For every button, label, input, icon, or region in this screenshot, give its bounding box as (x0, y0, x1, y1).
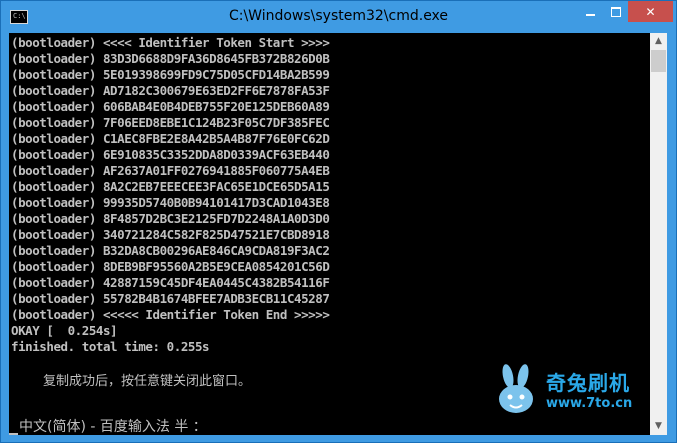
console-line: (bootloader) 8DEB9BF95560A2B5E9CEA085420… (11, 259, 330, 274)
scroll-up-button[interactable]: ▲ (650, 33, 667, 50)
console-line: finished. total time: 0.255s (11, 339, 210, 354)
watermark-brand: 奇兔刷机 (546, 371, 630, 395)
rabbit-logo-icon (499, 364, 533, 413)
console-line: (bootloader) 7F06EED8EBE1C124B23F05C7DF3… (11, 115, 330, 130)
scroll-down-button[interactable]: ▼ (650, 418, 667, 435)
ime-status-bar: 中文(简体) - 百度输入法 半 ： (9, 416, 207, 435)
console-line: (bootloader) 606BAB4E0B4DEB755F20E125DEB… (11, 99, 330, 114)
console-line: (bootloader) AD7182C300679E63ED2FF6E7878… (11, 83, 330, 98)
console-line: (bootloader) 8F4857D2BC3E2125FD7D2248A1A… (11, 211, 330, 226)
text-cursor (9, 433, 18, 435)
console-line: (bootloader) 55782B4B1674BFEE7ADB3ECB11C… (11, 291, 330, 306)
console-line: (bootloader) 83D3D6688D9FA36D8645FB372B8… (11, 51, 330, 66)
console-line: (bootloader) 5E019398699FD9C75D05CFD14BA… (11, 67, 330, 82)
window-title: C:\Windows\system32\cmd.exe (228, 8, 449, 24)
minimize-icon (585, 13, 595, 16)
watermark-url: www.7to.cn (546, 396, 633, 411)
prompt-message: 复制成功后，按任意键关闭此窗口。 (43, 374, 252, 389)
console-line: (bootloader) 42887159C45DF4EA0445C4382B5… (11, 275, 330, 290)
console-line: OKAY [ 0.254s] (11, 323, 118, 338)
scroll-thumb[interactable] (651, 50, 666, 72)
console-line: (bootloader) 6E910835C3352DDA8D0339ACF63… (11, 147, 330, 162)
console-line: (bootloader) 8A2C2EB7EEECEE3FAC65E1DCE65… (11, 179, 330, 194)
close-icon: ✕ (645, 4, 656, 19)
ime-status-text: 中文(简体) - 百度输入法 半 ： (19, 419, 207, 435)
console-output[interactable]: (bootloader) <<<< Identifier Token Start… (9, 33, 650, 435)
maximize-button[interactable] (603, 1, 628, 22)
console-line: (bootloader) <<<<< Identifier Token End … (11, 307, 330, 322)
maximize-icon (610, 6, 621, 17)
watermark: 奇兔刷机 www.7to.cn (489, 363, 650, 423)
minimize-button[interactable] (577, 1, 603, 22)
console-line: (bootloader) 340721284C582F825D47521E7CB… (11, 227, 330, 242)
close-button[interactable]: ✕ (628, 1, 673, 22)
console-line: (bootloader) AF2637A01FF0276941885F06077… (11, 163, 330, 178)
console-line: (bootloader) 99935D5740B0B94101417D3CAD1… (11, 195, 330, 210)
console-line: (bootloader) <<<< Identifier Token Start… (11, 35, 330, 50)
console-line: (bootloader) C1AEC8FBE2E8A42B5A4B87F76E0… (11, 131, 330, 146)
vertical-scrollbar[interactable]: ▲ ▼ (650, 33, 667, 435)
console-line: (bootloader) B32DA8CB00296AE846CA9CDA819… (11, 243, 330, 258)
console-window: C:\ C:\Windows\system32\cmd.exe ✕ (bootl… (0, 0, 677, 443)
title-bar[interactable]: C:\ C:\Windows\system32\cmd.exe ✕ (1, 1, 676, 33)
